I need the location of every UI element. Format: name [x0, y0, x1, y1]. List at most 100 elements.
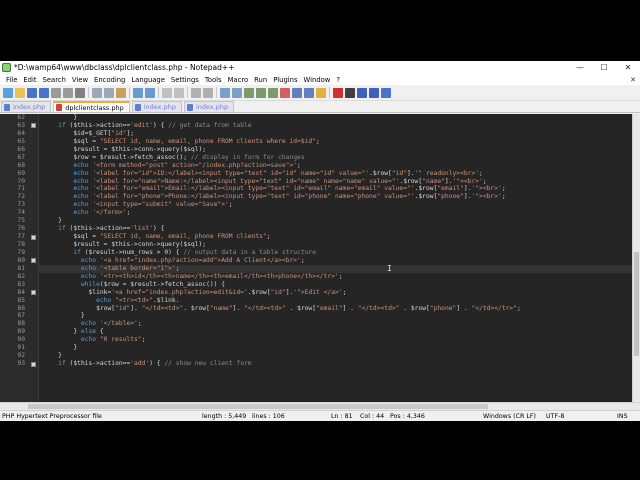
menu-tools[interactable]: Tools — [202, 76, 225, 84]
save-macro-icon[interactable] — [381, 87, 391, 98]
toolbar-separator — [129, 87, 130, 98]
print-icon[interactable] — [75, 87, 85, 98]
toolbar-separator — [187, 87, 188, 98]
tab-bar: index.php dplclientclass.php index.php inde… — [0, 101, 640, 113]
fold-toggle-icon[interactable] — [30, 234, 36, 240]
lang-icon[interactable] — [280, 87, 290, 98]
code-line: echo '<tr><th>id</th><th>name</th><th>em… — [80, 272, 343, 280]
title-bar[interactable]: *D:\wamp64\www\dbclass\dplclientclass.ph… — [0, 61, 640, 74]
line-number: 78 — [17, 241, 25, 248]
tab-0[interactable]: index.php — [1, 101, 52, 112]
file-icon — [56, 104, 63, 111]
replace-icon[interactable] — [174, 87, 184, 98]
fold-cell — [28, 209, 38, 217]
line-number: 90 — [17, 336, 25, 344]
vertical-scrollbar[interactable] — [632, 114, 640, 402]
fold-cell — [28, 320, 38, 328]
new-file-icon[interactable] — [3, 87, 13, 98]
all-chars-icon[interactable] — [256, 87, 266, 98]
save-all-icon[interactable] — [39, 87, 49, 98]
indent-guide-icon[interactable] — [268, 87, 278, 98]
status-eol: Windows (CR LF) — [483, 413, 536, 420]
menu-window[interactable]: Window — [301, 76, 334, 84]
close-window-button[interactable]: ✕ — [616, 61, 640, 74]
menu-language[interactable]: Language — [128, 76, 168, 84]
menu-edit[interactable]: Edit — [20, 76, 39, 84]
maximize-button[interactable]: ☐ — [592, 61, 616, 74]
code-line: echo '<a href="index.php?action=add">Add… — [80, 256, 305, 264]
menu-settings[interactable]: Settings — [168, 76, 202, 84]
cut-icon[interactable] — [92, 87, 102, 98]
menu-macro[interactable]: Macro — [225, 76, 252, 84]
line-number: 64 — [17, 129, 25, 137]
find-icon[interactable] — [162, 87, 172, 98]
code-line: echo '<form method="post" action="/index… — [73, 161, 301, 169]
horizontal-scroll-thumb[interactable] — [28, 404, 488, 409]
code-line: $link='<a href="index.php?action=edit&id… — [88, 288, 347, 296]
menu-file[interactable]: File — [3, 76, 20, 84]
doc-map-icon[interactable] — [292, 87, 302, 98]
folder-workspace-icon[interactable] — [316, 87, 326, 98]
tab-3[interactable]: index.php — [183, 101, 235, 112]
save-icon[interactable] — [27, 87, 37, 98]
status-insert-mode[interactable]: INS — [617, 413, 628, 420]
zoom-in-icon[interactable] — [191, 87, 201, 98]
close-all-icon[interactable] — [63, 87, 73, 98]
menu-search[interactable]: Search — [40, 76, 69, 84]
code-line: echo "<tr><td>".$link. — [96, 296, 180, 304]
fold-cell — [28, 312, 38, 320]
fold-cell — [28, 154, 38, 162]
close-icon[interactable] — [51, 87, 61, 98]
paste-icon[interactable] — [116, 87, 126, 98]
code-line: if ($this->action=='add') { // show new … — [58, 360, 252, 368]
code-line: echo '<label for="id">ID:</label><input … — [73, 169, 483, 177]
menu-plugins[interactable]: Plugins — [270, 76, 300, 84]
word-wrap-icon[interactable] — [244, 87, 254, 98]
function-list-icon[interactable] — [304, 87, 314, 98]
menu-encoding[interactable]: Encoding — [91, 76, 128, 84]
horizontal-scrollbar[interactable] — [0, 402, 640, 410]
fold-cell — [28, 233, 38, 241]
fold-cell — [28, 138, 38, 146]
code-area[interactable]: I } if ($this->action=='edit') { // get … — [39, 114, 632, 402]
file-icon — [134, 103, 141, 111]
close-document-button[interactable]: ✕ — [626, 76, 640, 84]
fold-toggle-icon[interactable] — [30, 290, 36, 296]
fold-cell — [28, 297, 38, 305]
sync-h-icon[interactable] — [232, 87, 242, 98]
fold-toggle-icon[interactable] — [30, 361, 36, 367]
fold-cell — [28, 305, 38, 313]
menu-run[interactable]: Run — [251, 76, 270, 84]
sync-v-icon[interactable] — [220, 87, 230, 98]
code-line: } — [43, 217, 62, 225]
fold-margin[interactable] — [28, 114, 39, 402]
line-number: 86 — [17, 304, 25, 312]
play-macro-icon[interactable] — [357, 87, 367, 98]
copy-icon[interactable] — [104, 87, 114, 98]
tab-1[interactable]: dplclientclass.php — [53, 101, 130, 112]
status-bar: PHP Hypertext Preprocessor file length :… — [0, 410, 640, 421]
code-line: echo "0 results"; — [80, 336, 146, 344]
tab-label: index.php — [143, 103, 176, 111]
zoom-out-icon[interactable] — [203, 87, 213, 98]
menu-help[interactable]: ? — [333, 76, 343, 84]
code-line: $row["id"]. "</td><td>". $row["name"]. "… — [96, 304, 521, 312]
tab-label: index.php — [195, 103, 229, 111]
code-editor[interactable]: 62 63 64 65 66 67 68 69 70 71 72 73 74 75 76 77 78 79 80 81… — [0, 114, 640, 402]
line-number: 75 — [17, 217, 25, 225]
record-macro-icon[interactable] — [333, 87, 343, 98]
toolbar-separator — [216, 87, 217, 98]
redo-icon[interactable] — [145, 87, 155, 98]
tab-2[interactable]: index.php — [131, 101, 182, 112]
fold-toggle-icon[interactable] — [30, 258, 36, 264]
code-line: $sql = "SELECT id, name, email, phone FR… — [73, 233, 271, 241]
vertical-scroll-thumb[interactable] — [634, 252, 639, 356]
minimize-button[interactable]: — — [568, 61, 592, 74]
open-file-icon[interactable] — [15, 87, 25, 98]
undo-icon[interactable] — [133, 87, 143, 98]
play-multiple-icon[interactable] — [369, 87, 379, 98]
line-number: 72 — [17, 193, 25, 201]
stop-record-icon[interactable] — [345, 87, 355, 98]
fold-toggle-icon[interactable] — [30, 123, 36, 129]
menu-view[interactable]: View — [69, 76, 91, 84]
